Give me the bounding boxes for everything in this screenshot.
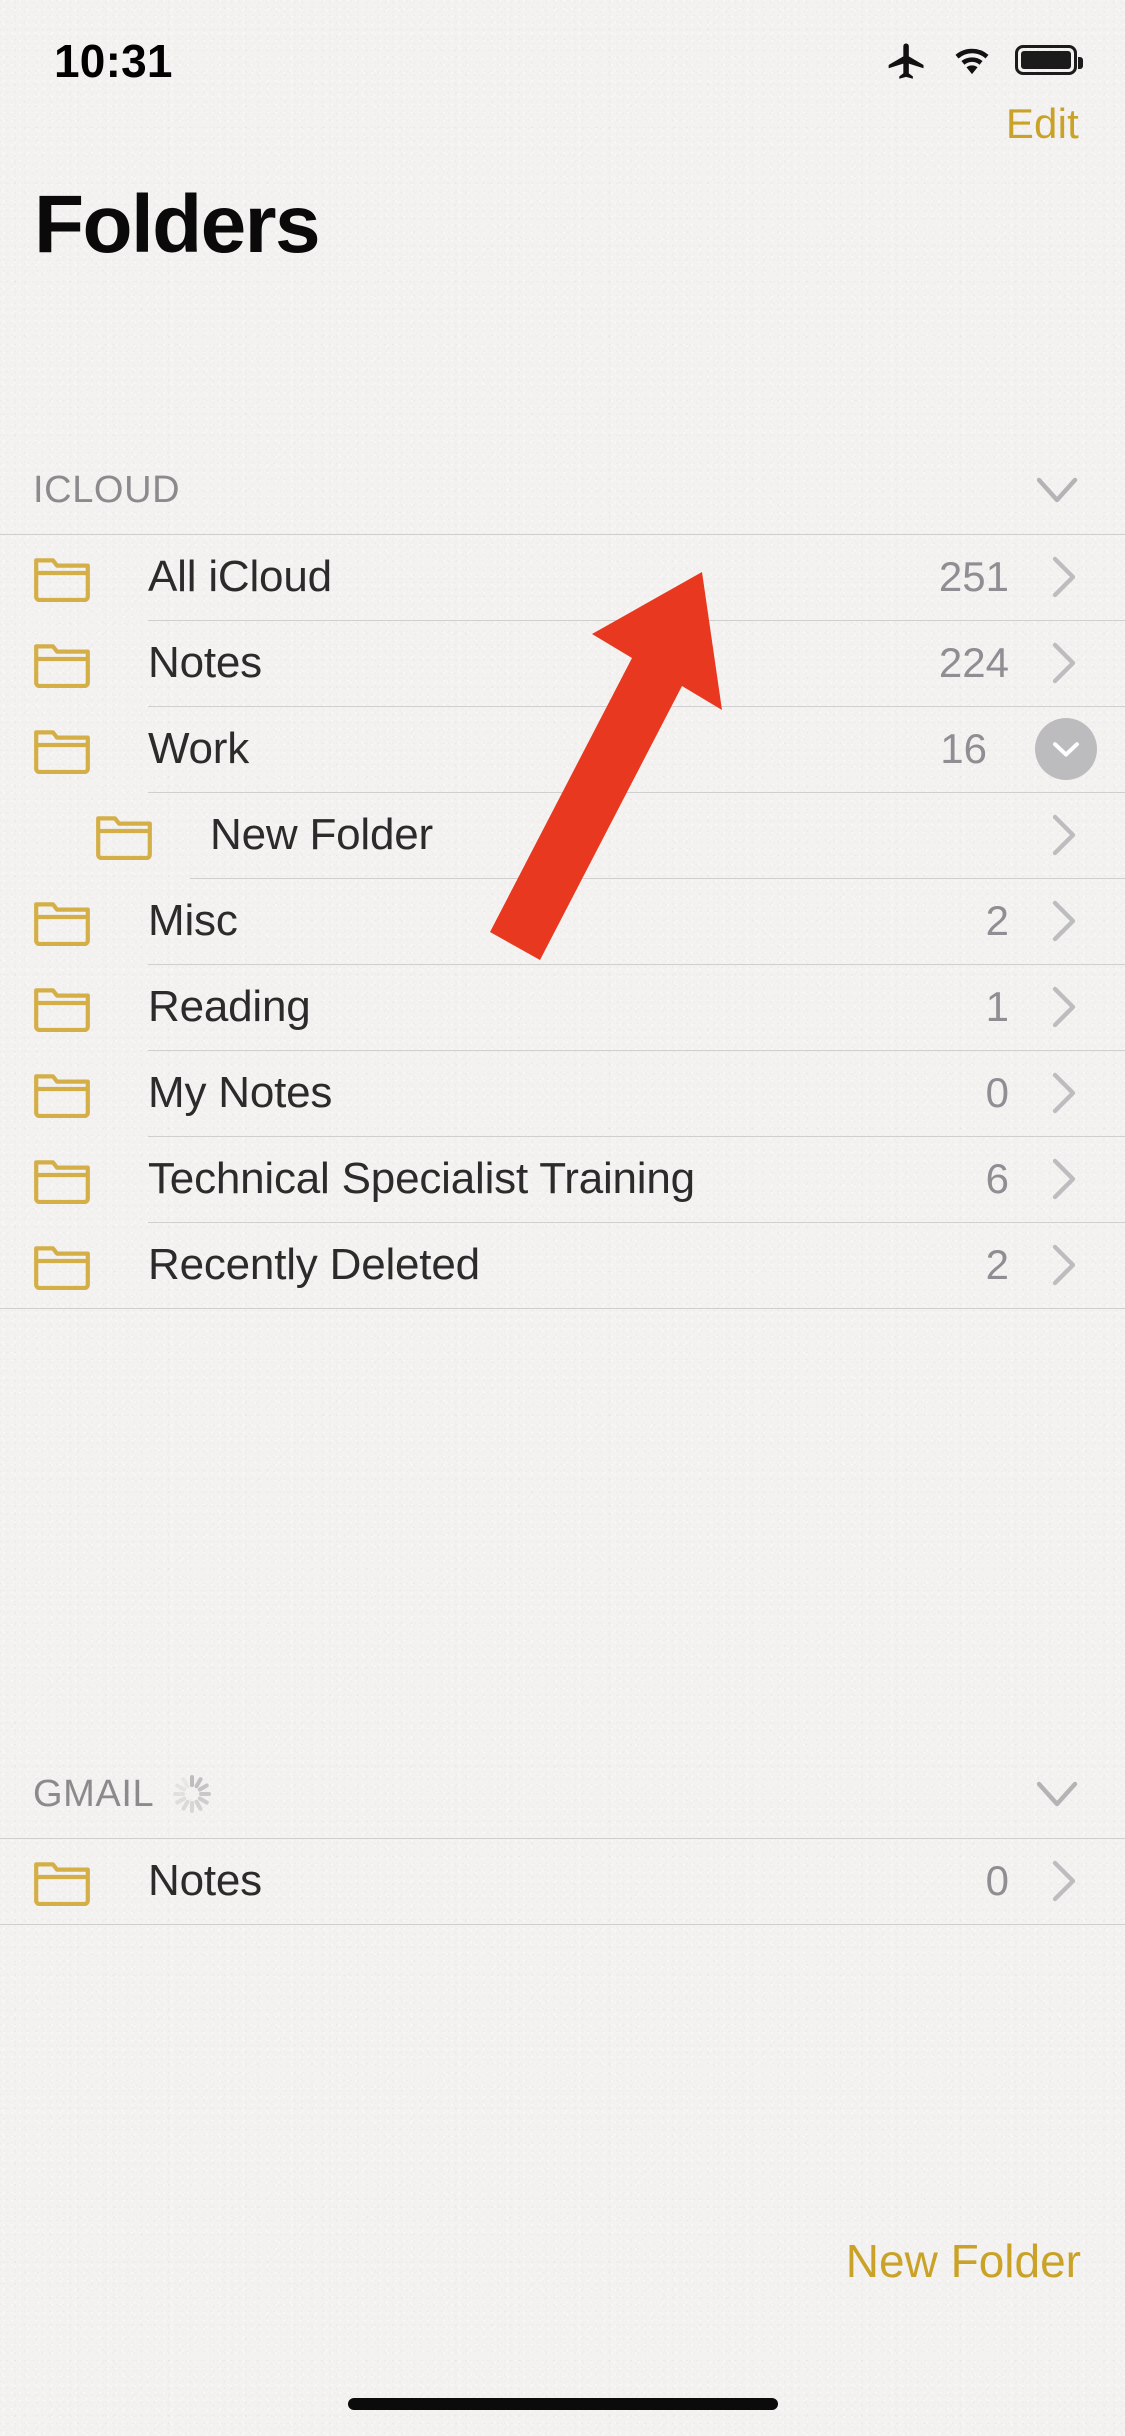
battery-fill — [1021, 51, 1071, 69]
section-title-gmail: GMAIL — [33, 1772, 155, 1815]
folder-name: Notes — [148, 638, 262, 687]
new-folder-button[interactable]: New Folder — [846, 2234, 1081, 2288]
chevron-right-icon — [1052, 1244, 1076, 1286]
section-header-gmail[interactable]: GMAIL — [0, 1750, 1125, 1838]
folder-name: Recently Deleted — [148, 1240, 480, 1289]
status-bar: 10:31 — [0, 0, 1125, 132]
chevron-down-icon[interactable] — [1035, 1780, 1079, 1808]
folder-row-recently-deleted[interactable]: Recently Deleted 2 — [0, 1222, 1125, 1308]
chevron-right-icon — [1052, 642, 1076, 684]
separator — [0, 1308, 1125, 1309]
note-count: 251 — [938, 553, 1009, 600]
folder-row-all-icloud[interactable]: All iCloud 251 — [0, 534, 1125, 620]
folder-row-work[interactable]: Work 16 — [0, 706, 1125, 792]
separator — [0, 1924, 1125, 1925]
home-indicator[interactable] — [347, 2398, 778, 2410]
note-count: 2 — [985, 897, 1009, 944]
chevron-right-icon — [1052, 900, 1076, 942]
section-header-icloud[interactable]: ICLOUD — [0, 446, 1125, 534]
airplane-mode-icon — [888, 43, 924, 79]
chevron-down-icon[interactable] — [1035, 476, 1079, 504]
folder-icon — [34, 1862, 90, 1906]
folder-icon — [34, 730, 90, 774]
folder-icon — [34, 558, 90, 602]
folder-name: Reading — [148, 982, 311, 1031]
notes-folders-screen: 10:31 Edit Folders ICLOUD All iCloud 251… — [0, 0, 1125, 2436]
note-count: 6 — [985, 1155, 1009, 1202]
chevron-right-icon — [1052, 1072, 1076, 1114]
folder-row-technical-specialist-training[interactable]: Technical Specialist Training 6 — [0, 1136, 1125, 1222]
section-title-icloud: ICLOUD — [33, 468, 181, 511]
page-title: Folders — [34, 179, 321, 270]
folder-row-gmail-notes[interactable]: Notes 0 — [0, 1838, 1125, 1924]
folder-icon — [34, 1246, 90, 1290]
folder-row-notes[interactable]: Notes 224 — [0, 620, 1125, 706]
chevron-right-icon — [1052, 1158, 1076, 1200]
chevron-right-icon — [1052, 1860, 1076, 1902]
chevron-down-icon — [1053, 742, 1079, 757]
folder-name: All iCloud — [148, 552, 332, 601]
note-count: 0 — [985, 1857, 1009, 1904]
folder-row-reading[interactable]: Reading 1 — [0, 964, 1125, 1050]
chevron-right-icon — [1052, 986, 1076, 1028]
expand-collapse-button[interactable] — [1035, 718, 1097, 780]
folder-name: Misc — [148, 896, 238, 945]
folder-name: Notes — [148, 1856, 262, 1905]
folder-icon — [34, 988, 90, 1032]
folder-name: New Folder — [210, 810, 433, 859]
battery-icon — [1015, 45, 1083, 75]
loading-spinner-icon — [172, 1774, 212, 1814]
folder-icon — [34, 644, 90, 688]
bottom-toolbar: New Folder — [0, 2186, 1125, 2436]
status-bar-icons — [885, 38, 1083, 82]
chevron-right-icon — [1052, 556, 1076, 598]
chevron-right-icon — [1052, 814, 1076, 856]
note-count: 224 — [938, 639, 1009, 686]
folder-icon — [34, 902, 90, 946]
status-bar-clock: 10:31 — [54, 35, 173, 87]
folder-row-new-folder[interactable]: New Folder — [0, 792, 1125, 878]
folder-name: Technical Specialist Training — [148, 1154, 695, 1203]
note-count: 2 — [985, 1241, 1009, 1288]
folder-name: Work — [148, 724, 250, 773]
note-count: 0 — [985, 1069, 1009, 1116]
folder-row-my-notes[interactable]: My Notes 0 — [0, 1050, 1125, 1136]
folder-row-misc[interactable]: Misc 2 — [0, 878, 1125, 964]
folder-icon — [96, 816, 152, 860]
folder-name: My Notes — [148, 1068, 333, 1117]
note-count: 16 — [940, 725, 987, 772]
folder-icon — [34, 1074, 90, 1118]
folder-icon — [34, 1160, 90, 1204]
edit-button[interactable]: Edit — [1006, 100, 1079, 148]
note-count: 1 — [985, 983, 1009, 1030]
wifi-icon — [955, 48, 989, 75]
